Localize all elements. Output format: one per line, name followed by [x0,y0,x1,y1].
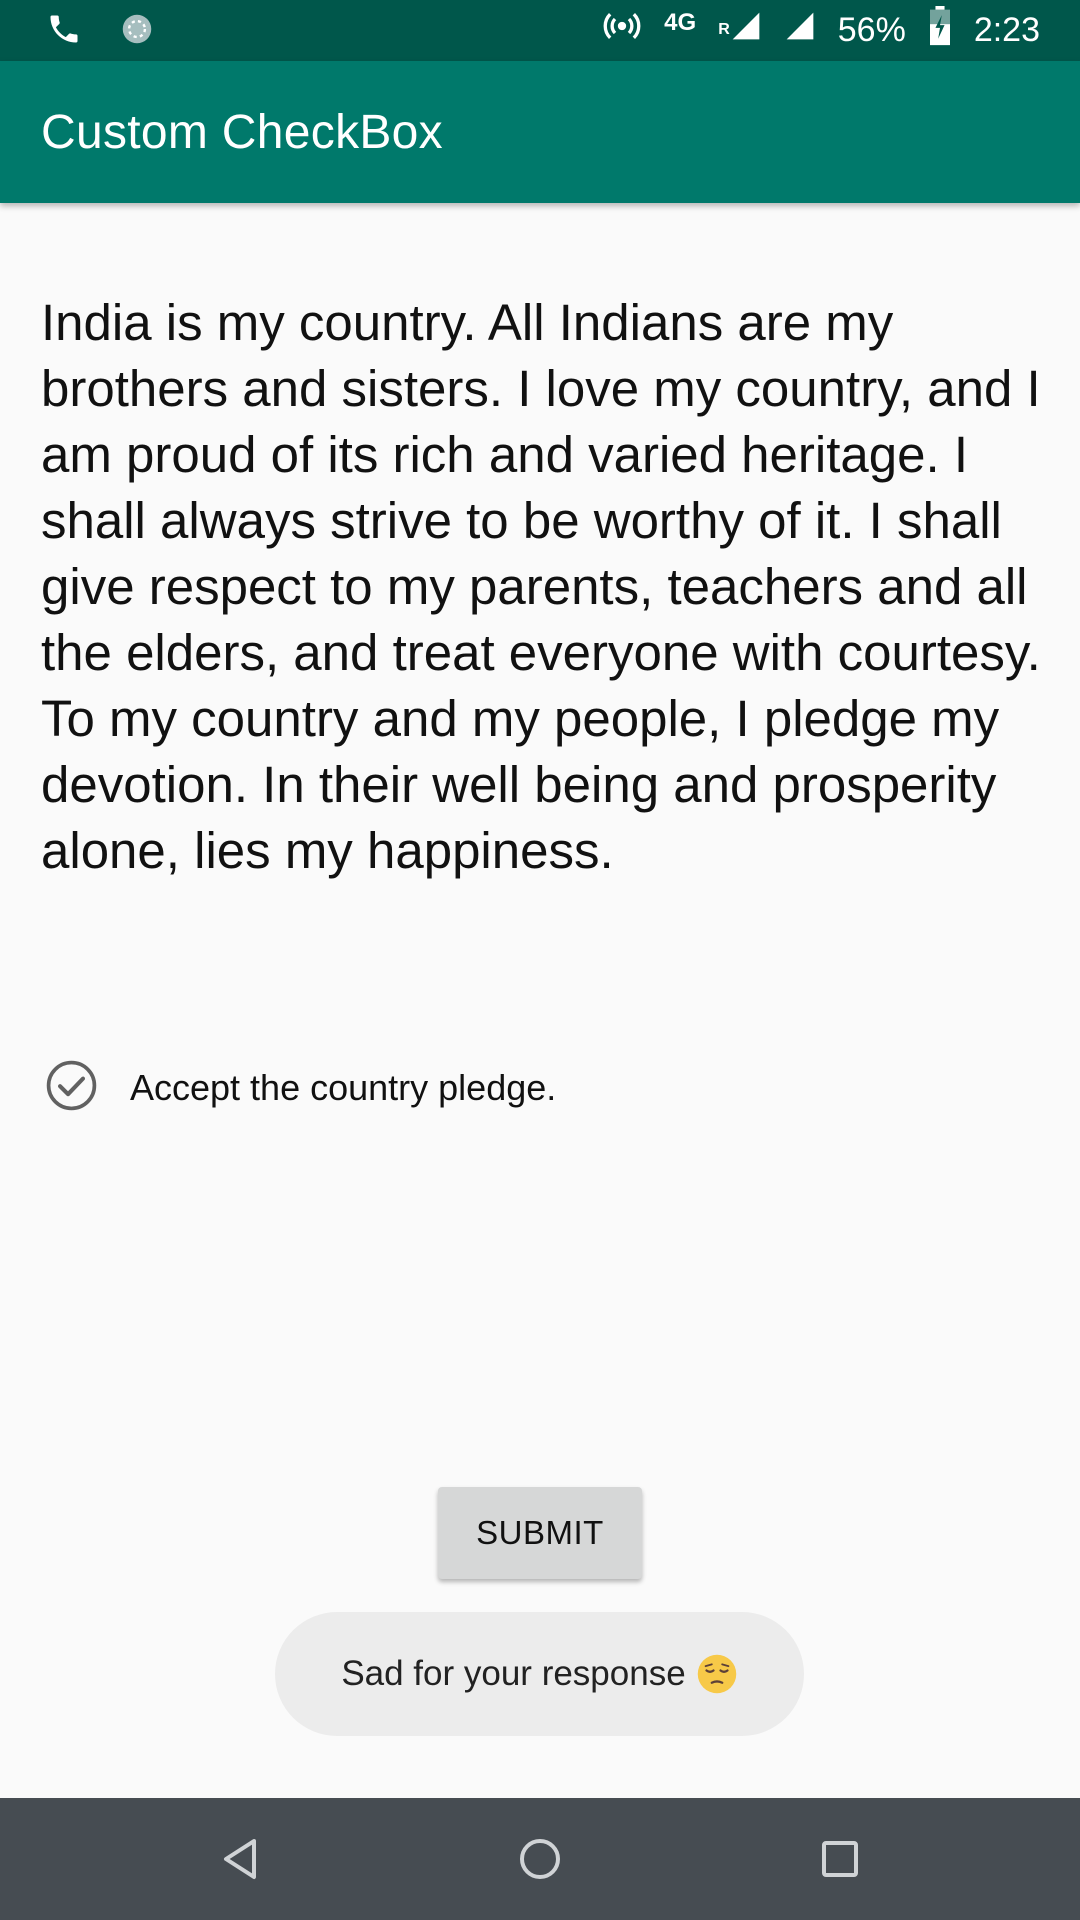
toast-message: Sad for your response [341,1654,686,1693]
status-bar: 4G R 56% 2:23 [0,0,1080,61]
signal-group-1: R [718,10,762,51]
network-indicator: 4G [664,9,696,45]
signal-icon [730,10,762,51]
screen: 4G R 56% 2:23 Custom CheckBox India is m… [0,0,1080,1920]
app-title: Custom CheckBox [41,106,443,159]
submit-button[interactable]: SUBMIT [438,1487,642,1579]
pensive-face-icon [696,1653,738,1695]
roaming-label: R [718,21,730,38]
home-icon[interactable] [512,1831,568,1887]
phone-icon [46,11,82,52]
status-left [46,10,156,53]
checkbox-label: Accept the country pledge. [130,1067,557,1108]
signal-icon [784,10,816,51]
hotspot-icon [602,6,642,55]
check-circle-icon[interactable] [44,1058,99,1118]
back-icon[interactable] [212,1831,268,1887]
status-right: 4G R 56% 2:23 [602,0,1040,61]
pledge-checkbox[interactable]: Accept the country pledge. [44,1058,556,1118]
battery-percent: 56% [837,11,906,49]
battery-charging-icon [928,6,952,55]
pledge-text: India is my country. All Indians are my … [41,294,1041,879]
navigation-bar [0,1798,1080,1920]
loading-icon [118,10,156,53]
recents-icon[interactable] [812,1831,868,1887]
app-bar: Custom CheckBox [0,61,1080,203]
toast: Sad for your response [275,1612,804,1736]
clock: 2:23 [973,11,1040,49]
network-type-label: 4G [664,8,697,36]
